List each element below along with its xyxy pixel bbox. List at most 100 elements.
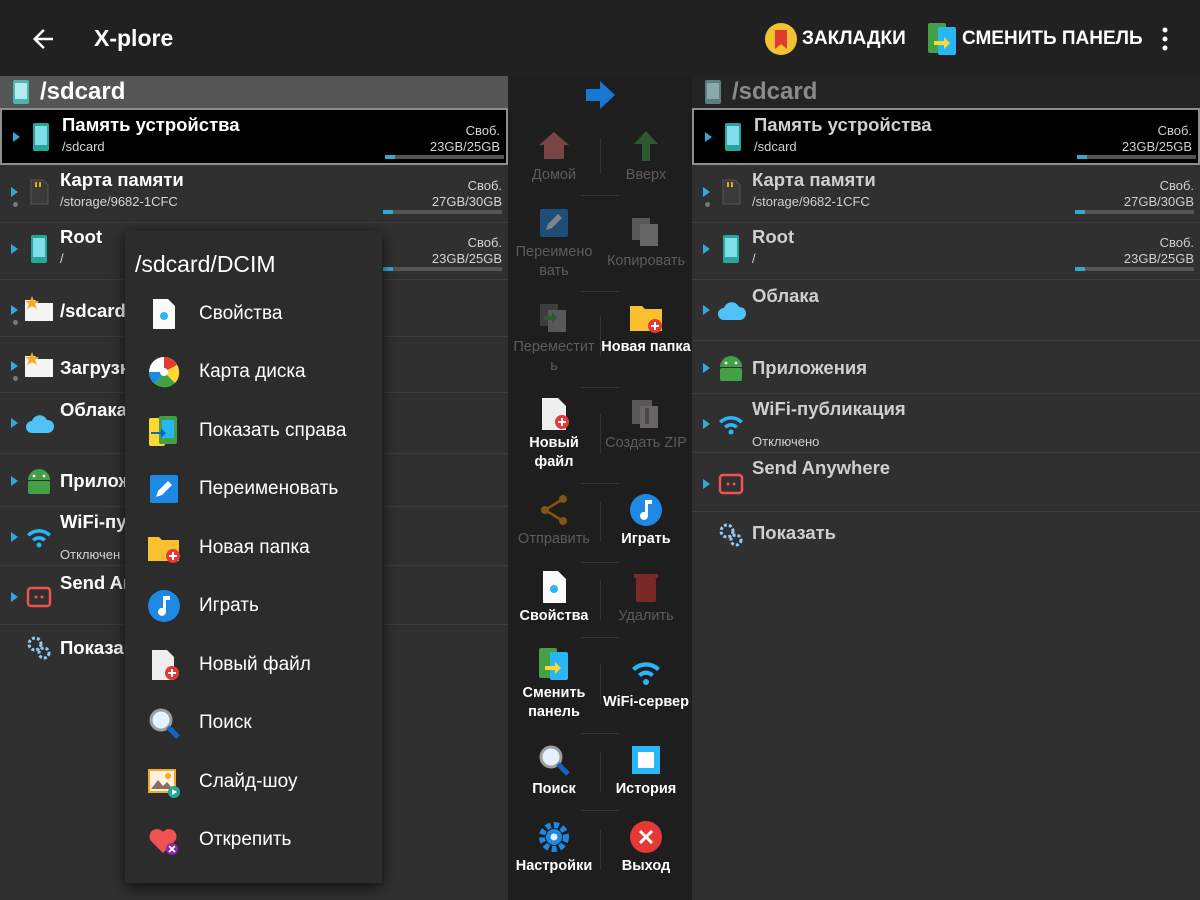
favorite-folder-icon: [25, 352, 53, 377]
create-zip-button[interactable]: Создать ZIP: [600, 396, 692, 453]
properties-button[interactable]: Свойства: [508, 569, 600, 626]
up-arrow-icon: [634, 131, 658, 161]
rename-button[interactable]: Переимено вать: [508, 205, 600, 281]
right-path-label: /sdcard: [732, 78, 818, 105]
bookmarks-button[interactable]: ЗАКЛАДКИ: [764, 20, 906, 58]
menu-item-slideshow[interactable]: Слайд-шоу: [125, 753, 382, 811]
list-item-wifi-sharing[interactable]: WiFi-публикация Отключено: [692, 394, 1200, 452]
expand-arrow-icon[interactable]: [11, 532, 18, 542]
menu-item-play[interactable]: Играть: [125, 577, 382, 635]
item-path: /: [752, 251, 756, 266]
exit-button[interactable]: Выход: [600, 819, 692, 876]
list-item-show[interactable]: Показать: [692, 512, 1200, 562]
wifi-icon: [632, 662, 660, 685]
divider: [600, 664, 601, 704]
new-folder-button[interactable]: Новая папка: [600, 300, 692, 357]
list-item-device-memory[interactable]: Память устройства /sdcard Своб. 23GB/25GB: [0, 108, 508, 165]
right-path-bar[interactable]: /sdcard: [692, 76, 1200, 108]
send-anywhere-icon: [718, 473, 744, 495]
history-button[interactable]: История: [600, 742, 692, 799]
gears-icon: [27, 636, 51, 660]
app-title: X-plore: [94, 25, 174, 51]
expand-arrow-icon[interactable]: [11, 361, 18, 371]
move-label: Переместит ь: [513, 339, 595, 374]
usage-bar: [383, 267, 502, 271]
copy-button[interactable]: Копировать: [600, 214, 692, 271]
list-item-memory-card[interactable]: Карта памяти /storage/9682-1CFC Своб. 27G…: [692, 165, 1200, 222]
overflow-menu-icon[interactable]: [1155, 26, 1175, 52]
up-button[interactable]: Вверх: [600, 128, 692, 185]
sd-card-icon: [722, 179, 741, 205]
switch-panel-button[interactable]: СМЕНИТЬ ПАНЕЛЬ: [926, 20, 1143, 58]
item-path: /: [60, 251, 64, 266]
home-button[interactable]: Домой: [508, 128, 600, 185]
menu-item-show-right[interactable]: Показать справа: [125, 402, 382, 460]
play-button[interactable]: Играть: [600, 492, 692, 549]
android-icon: [28, 469, 50, 494]
list-item-device-memory[interactable]: Память устройства /sdcard Своб. 23GB/25GB: [692, 108, 1200, 165]
menu-item-properties[interactable]: Свойства: [125, 285, 382, 343]
expand-arrow-icon[interactable]: [11, 187, 18, 197]
copy-label: Копировать: [606, 253, 686, 269]
rename-icon: [150, 475, 178, 503]
expand-arrow-icon[interactable]: [705, 132, 712, 142]
copy-direction-arrow-icon[interactable]: [584, 80, 616, 110]
wifi-server-button[interactable]: WiFi-сервер: [600, 655, 692, 712]
trash-icon: [634, 574, 658, 602]
expand-arrow-icon[interactable]: [703, 305, 710, 315]
share-icon: [541, 495, 567, 525]
expand-arrow-icon[interactable]: [703, 419, 710, 429]
settings-button[interactable]: Настройки: [508, 819, 600, 876]
move-button[interactable]: Переместит ь: [508, 300, 600, 376]
search-icon: [149, 708, 180, 739]
expand-arrow-icon[interactable]: [13, 132, 20, 142]
expand-arrow-icon[interactable]: [703, 479, 710, 489]
menu-item-unpin[interactable]: Открепить: [125, 811, 382, 869]
expand-arrow-icon[interactable]: [703, 363, 710, 373]
list-item-apps[interactable]: Приложения: [692, 341, 1200, 393]
free-space: Своб. 23GB/25GB: [431, 235, 502, 266]
new-file-button[interactable]: Новый файл: [508, 396, 600, 472]
item-title: Облака: [60, 399, 127, 420]
menu-item-label: Играть: [199, 595, 259, 616]
list-item-send-anywhere[interactable]: Send Anywhere: [692, 453, 1200, 511]
exit-label: Выход: [621, 858, 671, 874]
divider: [600, 414, 601, 454]
menu-item-new-folder[interactable]: Новая папка: [125, 519, 382, 577]
menu-item-rename[interactable]: Переименовать: [125, 460, 382, 518]
menu-item-disk-map[interactable]: Карта диска: [125, 343, 382, 401]
new-folder-icon: [630, 306, 662, 333]
list-item-memory-card[interactable]: Карта памяти /storage/9682-1CFC Своб. 27G…: [0, 165, 508, 222]
back-arrow-icon[interactable]: [28, 24, 58, 54]
search-icon: [539, 745, 570, 776]
switch-panel-icon: [539, 648, 568, 680]
move-icon: [540, 304, 566, 332]
menu-item-new-file[interactable]: Новый файл: [125, 636, 382, 694]
expand-arrow-icon[interactable]: [11, 418, 18, 428]
item-status: Отключен: [60, 547, 121, 562]
expand-arrow-icon[interactable]: [11, 476, 18, 486]
list-item-root[interactable]: Root / Своб. 23GB/25GB: [692, 222, 1200, 279]
item-path: /sdcard: [62, 139, 105, 154]
expand-arrow-icon[interactable]: [11, 592, 18, 602]
expand-arrow-icon[interactable]: [11, 244, 18, 254]
divider: [600, 752, 601, 792]
item-title: Приложения: [752, 357, 868, 378]
expand-arrow-icon[interactable]: [703, 244, 710, 254]
bookmarks-label: ЗАКЛАДКИ: [802, 28, 906, 49]
list-item-clouds[interactable]: Облака: [692, 280, 1200, 340]
expand-arrow-icon[interactable]: [703, 187, 710, 197]
menu-item-search[interactable]: Поиск: [125, 694, 382, 752]
sd-card-icon: [30, 179, 49, 205]
search-button[interactable]: Поиск: [508, 742, 600, 799]
properties-icon: [543, 571, 566, 603]
left-path-bar[interactable]: /sdcard: [0, 76, 508, 108]
switch-panel-tool-button[interactable]: Сменить панель: [508, 646, 600, 722]
send-button[interactable]: Отправить: [508, 492, 600, 549]
expand-arrow-icon[interactable]: [11, 305, 18, 315]
left-path-label: /sdcard: [40, 78, 126, 105]
new-file-icon: [152, 650, 179, 680]
properties-label: Свойства: [519, 608, 589, 624]
delete-button[interactable]: Удалить: [600, 569, 692, 626]
usage-bar: [1075, 267, 1194, 271]
